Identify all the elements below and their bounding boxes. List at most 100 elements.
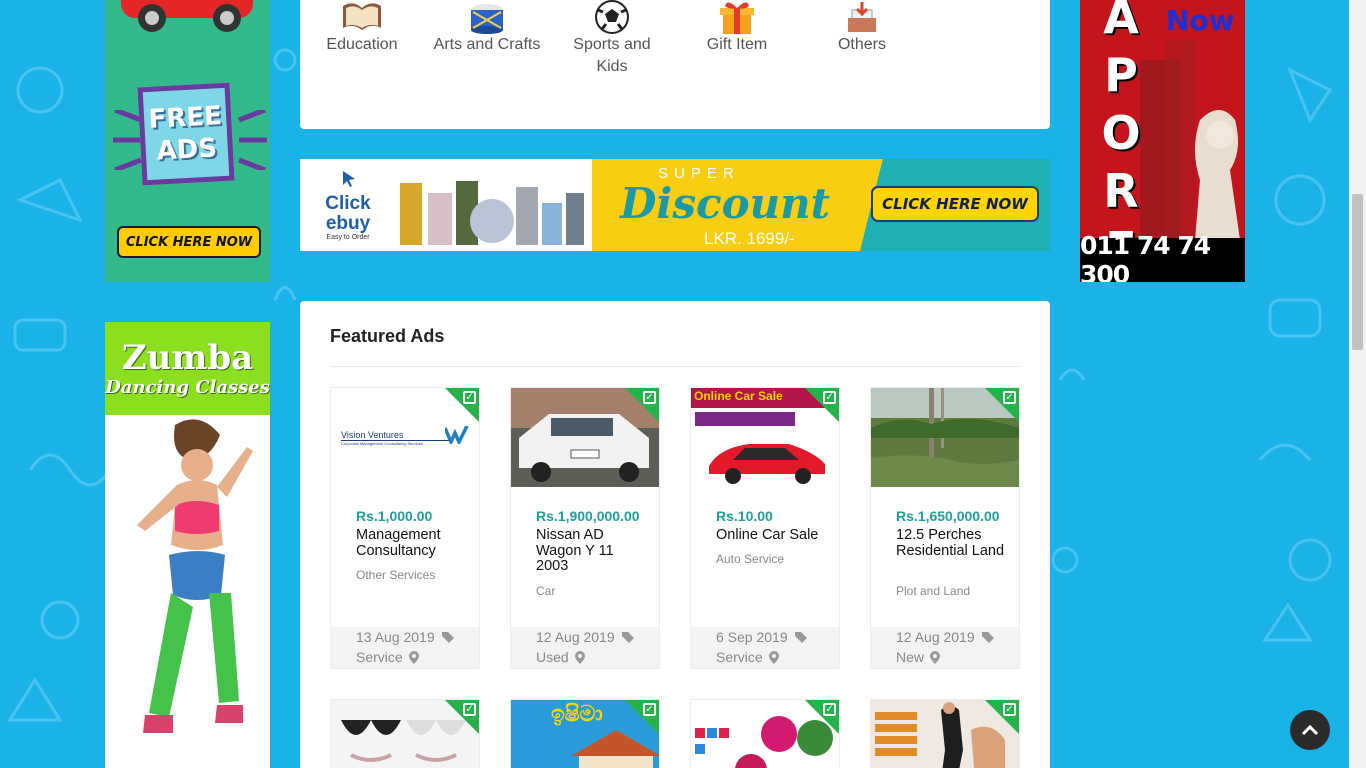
- promo-price-text: LKR. 1699/-: [704, 229, 795, 248]
- ad-title[interactable]: Management Consultancy: [356, 527, 466, 559]
- promo-cta-button[interactable]: CLICK HERE NOW: [871, 186, 1039, 222]
- category-label: Sports and Kids: [573, 36, 651, 75]
- ad-title[interactable]: 12.5 Perches Residential Land: [896, 527, 1006, 559]
- red-car-image: [709, 444, 825, 484]
- singapore-tour-banner[interactable]: A P O R E Now 011 74 74 300: [1080, 0, 1245, 282]
- divider: [330, 366, 1020, 367]
- soccer-ball-icon: [595, 0, 629, 34]
- category-others[interactable]: Others: [807, 0, 917, 56]
- category-label: Arts and Crafts: [433, 36, 541, 53]
- ad-card[interactable]: Online Car Sale ✓ Rs.10.00 Online Car Sa…: [690, 387, 840, 669]
- ad-title[interactable]: Online Car Sale: [716, 527, 826, 544]
- cursor-icon: [343, 171, 355, 187]
- logo-tagline: Easy to Order: [326, 234, 370, 241]
- checkbox-icon: ✓: [463, 391, 476, 404]
- perfume-bottles-image: [400, 181, 584, 245]
- gift-icon: [720, 2, 754, 34]
- ad-footer: 12 Aug 2019 Used: [511, 627, 659, 668]
- ad-card[interactable]: ✓ Rs.1,900,000.00 Nissan AD Wagon Y 11 2…: [510, 387, 660, 669]
- ad-condition: Service: [716, 649, 763, 665]
- featured-title: Featured Ads: [330, 326, 445, 346]
- ad-card[interactable]: ✓: [330, 699, 480, 768]
- drum-icon: [471, 4, 503, 34]
- ad-image-text: ඉෂිමා: [551, 702, 603, 727]
- letter: R: [1103, 164, 1139, 218]
- ad-category: Other Services: [356, 568, 436, 582]
- ad-card[interactable]: ✓ Rs.1,650,000.00 12.5 Perches Residenti…: [870, 387, 1020, 669]
- category-arts-and-crafts[interactable]: Arts and Crafts: [432, 0, 542, 56]
- ad-category: Auto Service: [716, 552, 785, 566]
- ad-image-text: Vision Ventures: [341, 430, 404, 440]
- ad-date: 12 Aug 2019: [536, 629, 615, 645]
- ad-footer: 12 Aug 2019 New: [871, 627, 1019, 668]
- ad-card[interactable]: ✓: [690, 699, 840, 768]
- categories-panel: Education Arts and Crafts Sports and Kid…: [300, 0, 1050, 129]
- map-marker-icon: [768, 650, 779, 664]
- banner-phone-number: 011 74 74 300: [1080, 231, 1245, 282]
- map-marker-icon: [408, 650, 419, 664]
- logo-line1: Click: [325, 193, 371, 214]
- ad-category: Plot and Land: [896, 584, 971, 598]
- ad-image-strip: [695, 412, 795, 426]
- zumba-banner[interactable]: Zumba Dancing Classes: [105, 322, 270, 768]
- dancer-illustration: [137, 419, 253, 733]
- logo-line2: ebuy: [325, 213, 371, 234]
- featured-ads-section: Featured Ads Vision Ventures Corporate M…: [300, 301, 1050, 768]
- ad-card[interactable]: ඉෂිමා ✓: [510, 699, 660, 768]
- checkbox-icon: ✓: [643, 391, 656, 404]
- scrollbar-track[interactable]: [1349, 0, 1366, 768]
- category-gift-item[interactable]: Gift Item: [682, 0, 792, 56]
- tags-icon: [441, 632, 454, 643]
- ad-footer: 6 Sep 2019 Service: [691, 627, 839, 668]
- map-marker-icon: [574, 650, 585, 664]
- checkbox-icon: ✓: [1003, 391, 1016, 404]
- category-label: Education: [326, 36, 398, 53]
- tags-icon: [621, 632, 634, 643]
- ad-card[interactable]: Vision Ventures Corporate Management Con…: [330, 387, 480, 669]
- checkbox-icon: ✓: [823, 391, 836, 404]
- book-icon: [343, 3, 381, 30]
- ad-category: Car: [536, 584, 556, 598]
- back-to-top-button[interactable]: [1290, 710, 1330, 750]
- ad-image: Online Car Sale ✓: [691, 388, 839, 487]
- tags-icon: [794, 632, 807, 643]
- inbox-tray-icon: [848, 2, 876, 32]
- checkbox-icon: ✓: [1003, 703, 1016, 716]
- free-ads-banner[interactable]: FREE ADS CLICK HERE NOW: [105, 0, 270, 282]
- clickebuy-logo: Click ebuy Easy to Order: [324, 167, 372, 242]
- ad-condition: Service: [356, 649, 403, 665]
- chevron-up-icon: [1301, 724, 1319, 736]
- ad-price: Rs.10.00: [716, 508, 773, 524]
- banner-now-text: Now: [1166, 4, 1235, 37]
- letter: O: [1101, 106, 1141, 160]
- ad-image-text: Online Car Sale: [694, 389, 783, 403]
- checkbox-icon: ✓: [463, 703, 476, 716]
- scrollbar-thumb[interactable]: [1352, 194, 1363, 350]
- promo-discount-text: Discount: [620, 179, 831, 228]
- ad-date: 13 Aug 2019: [356, 629, 435, 645]
- free-ads-line2: ADS: [155, 133, 218, 167]
- category-education[interactable]: Education: [307, 0, 417, 56]
- ad-image: ✓: [511, 388, 659, 487]
- car-icon: [121, 0, 253, 32]
- discount-promo-banner[interactable]: Click ebuy Easy to Order SUPER Discount …: [300, 159, 1050, 251]
- zumba-header: Zumba Dancing Classes: [105, 322, 270, 415]
- map-marker-icon: [930, 650, 941, 664]
- ad-card[interactable]: ✓: [870, 699, 1020, 768]
- merlion-illustration: [1140, 40, 1240, 240]
- category-label: Gift Item: [706, 36, 768, 53]
- ad-date: 12 Aug 2019: [896, 629, 975, 645]
- letter: P: [1104, 48, 1138, 102]
- ad-footer: 13 Aug 2019 Service: [331, 627, 479, 668]
- checkbox-icon: ✓: [643, 703, 656, 716]
- free-ads-cta-button[interactable]: CLICK HERE NOW: [117, 226, 261, 258]
- ad-price: Rs.1,900,000.00: [536, 508, 640, 524]
- ad-condition: Used: [536, 649, 569, 665]
- free-ads-badge: FREE ADS: [137, 82, 235, 186]
- ad-image: Vision Ventures Corporate Management Con…: [331, 388, 479, 487]
- category-sports-and-kids[interactable]: Sports and Kids: [557, 0, 667, 78]
- ad-condition: New: [896, 649, 925, 665]
- burst-decoration: [238, 110, 267, 170]
- checkbox-icon: ✓: [823, 703, 836, 716]
- ad-title[interactable]: Nissan AD Wagon Y 11 2003: [536, 527, 646, 575]
